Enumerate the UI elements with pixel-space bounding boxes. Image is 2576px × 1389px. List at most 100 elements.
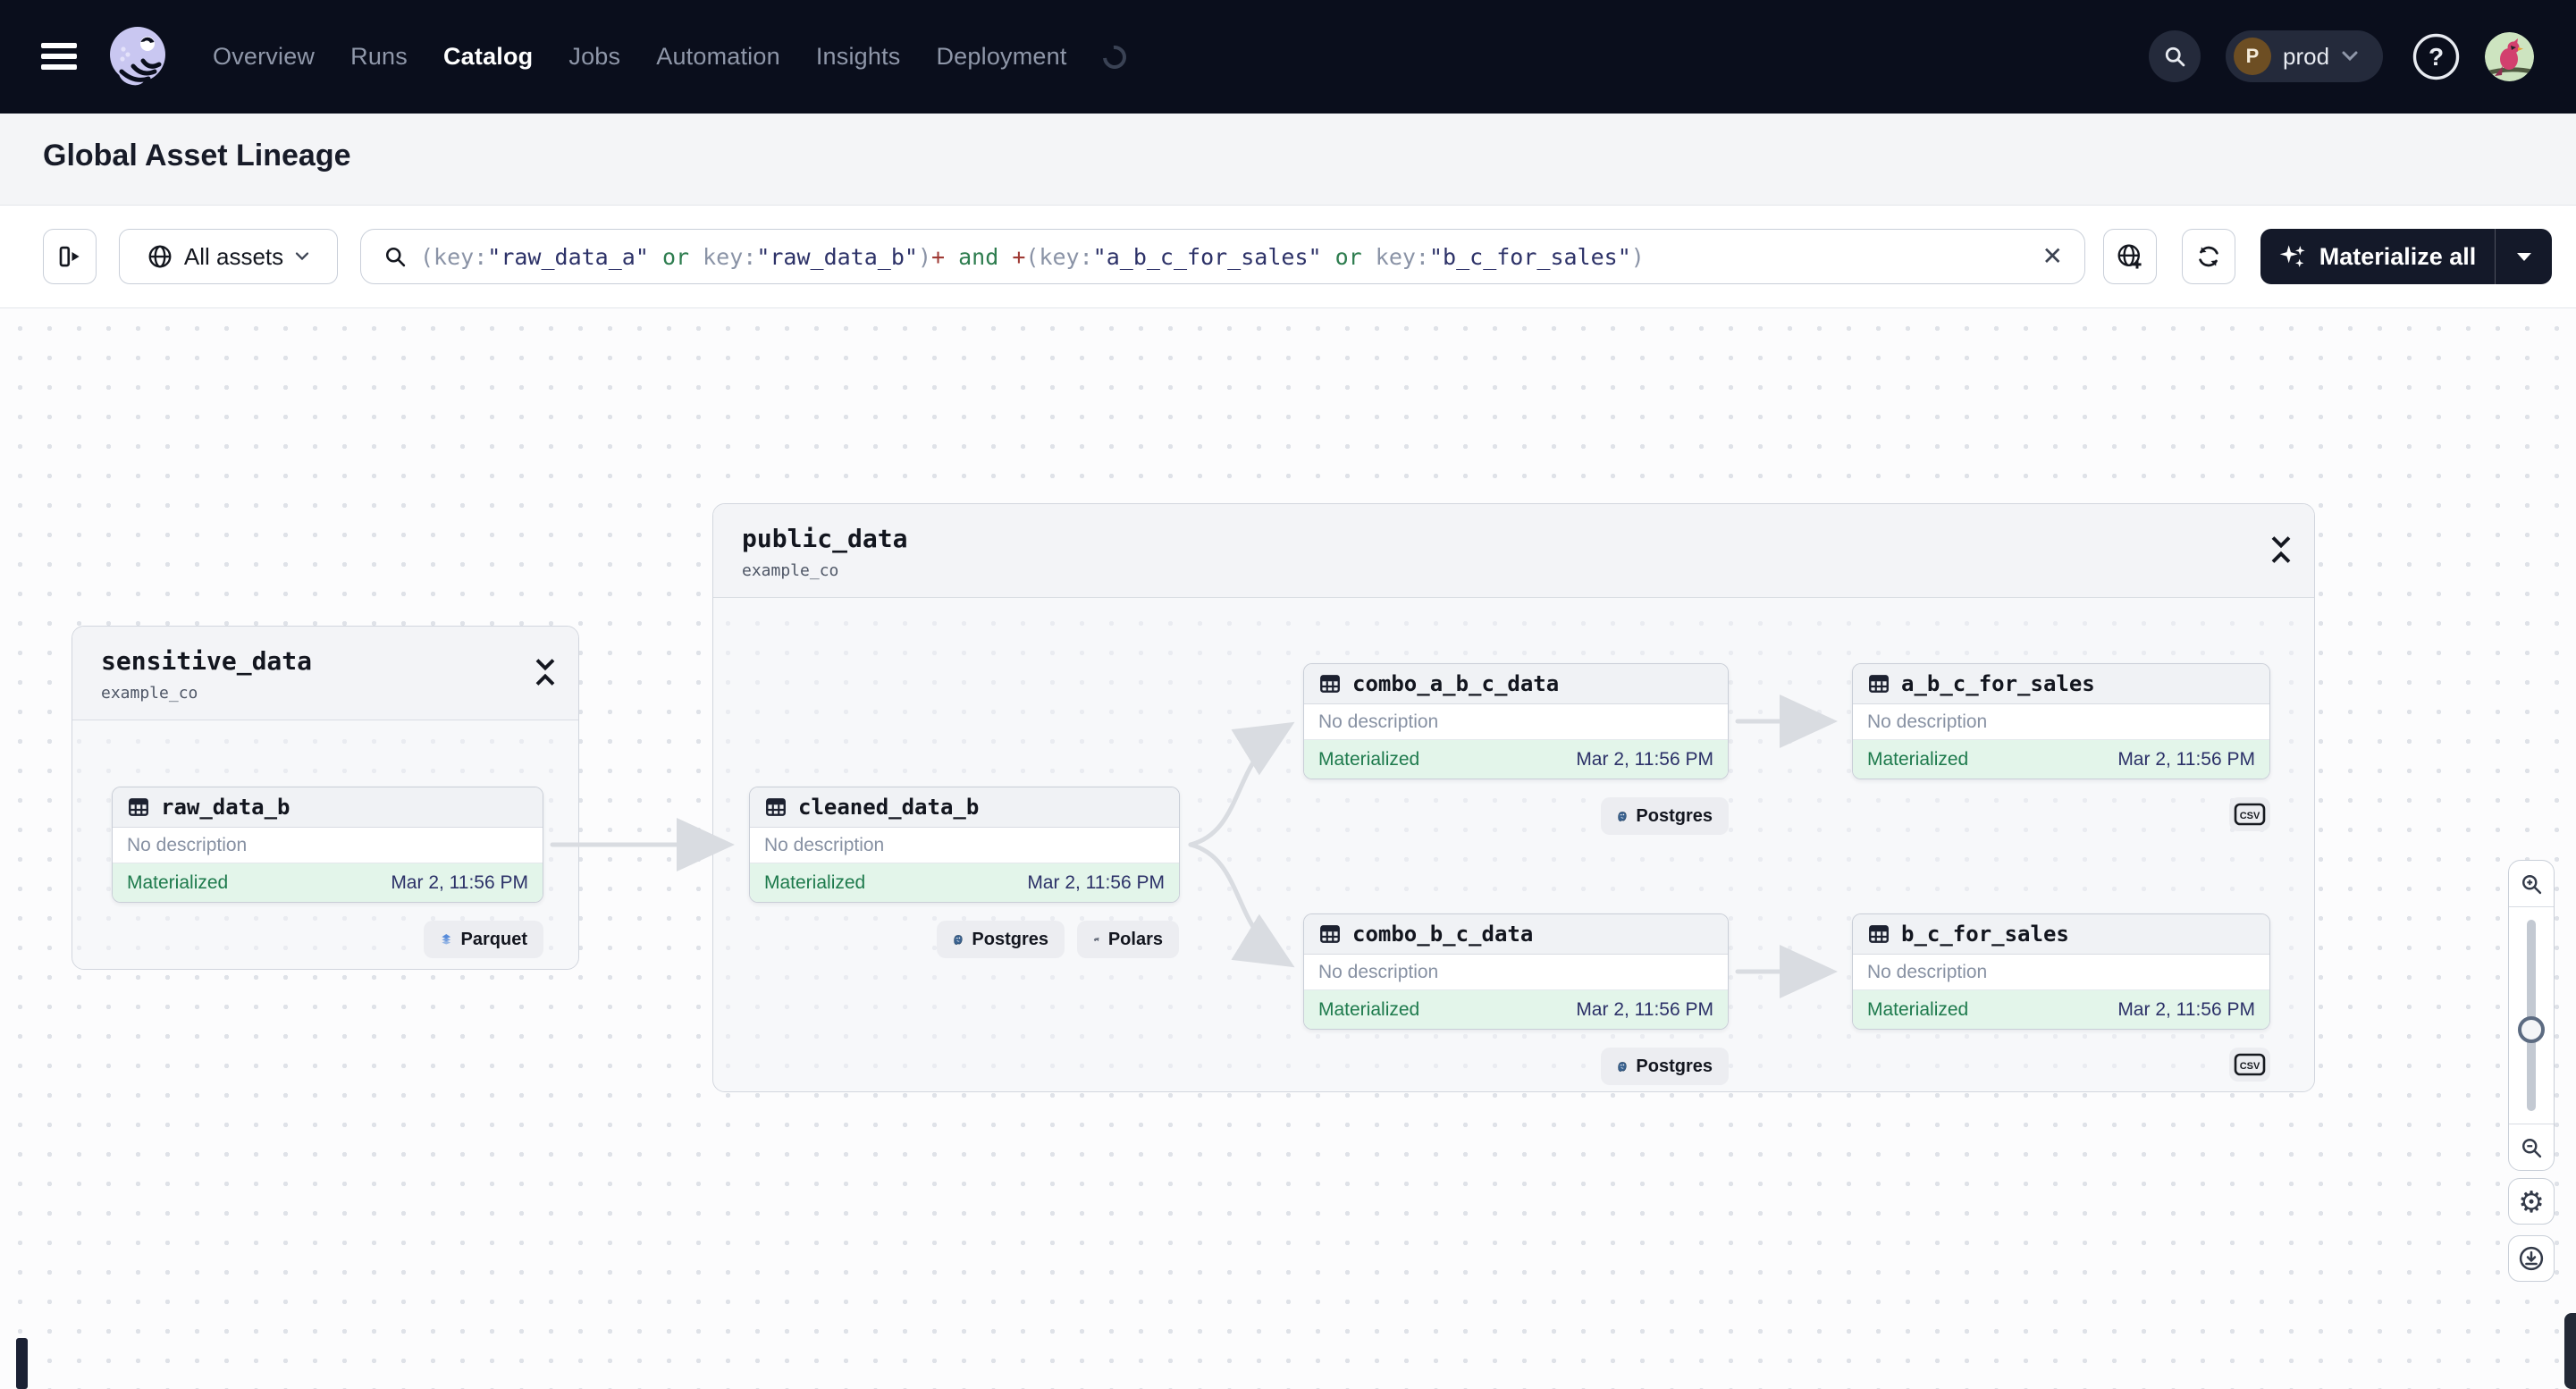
asset-node-header: combo_a_b_c_data xyxy=(1304,664,1728,704)
asset-node-b_c_for_sales[interactable]: b_c_for_sales No description Materialize… xyxy=(1852,913,2270,1030)
env-avatar: P xyxy=(2234,38,2271,75)
asset-name: b_c_for_sales xyxy=(1901,922,2069,947)
asset-node-raw_data_b[interactable]: raw_data_b No description Materialized M… xyxy=(112,787,543,903)
download-graph-button[interactable] xyxy=(2508,1235,2555,1282)
graph-settings-button[interactable]: ⚙ xyxy=(2508,1178,2555,1225)
group-title: public_data xyxy=(742,524,908,553)
asset-node-combo_a_b_c_data[interactable]: combo_a_b_c_data No description Material… xyxy=(1303,663,1729,779)
lineage-canvas[interactable]: sensitive_data example_co public_data ex… xyxy=(0,308,2576,1389)
status-badge: Materialized xyxy=(1867,998,1969,1020)
sparkles-icon xyxy=(2279,245,2305,267)
materialization-timestamp[interactable]: Mar 2, 11:56 PM xyxy=(2117,749,2255,770)
zoom-slider-track[interactable] xyxy=(2527,920,2536,1111)
user-avatar[interactable] xyxy=(2485,32,2534,81)
asset-node-header: a_b_c_for_sales xyxy=(1853,664,2269,704)
svg-text:CSV: CSV xyxy=(2240,811,2260,821)
group-subtitle: example_co xyxy=(742,561,839,580)
materialization-timestamp[interactable]: Mar 2, 11:56 PM xyxy=(2117,999,2255,1021)
group-header: public_data example_co xyxy=(713,504,2314,598)
asset-node-a_b_c_for_sales[interactable]: a_b_c_for_sales No description Materiali… xyxy=(1852,663,2270,779)
tag-parquet[interactable]: Parquet xyxy=(424,921,543,958)
tag-csv[interactable]: CSV xyxy=(2229,1048,2270,1082)
tag-postgres[interactable]: Postgres xyxy=(937,921,1065,958)
search-icon xyxy=(385,247,406,267)
asset-node-header: cleaned_data_b xyxy=(750,787,1179,828)
svg-text:?: ? xyxy=(2429,43,2444,71)
materialize-all-button[interactable]: Materialize all xyxy=(2260,229,2552,284)
chevron-down-icon xyxy=(296,252,309,261)
tag-postgres[interactable]: Postgres xyxy=(1601,797,1729,835)
zoom-in-button[interactable] xyxy=(2509,861,2554,907)
collapse-group-icon[interactable] xyxy=(2268,533,2294,567)
asset-status-row: Materialized Mar 2, 11:56 PM xyxy=(1304,990,1728,1029)
zoom-controls xyxy=(2508,860,2555,1171)
left-drawer-handle[interactable] xyxy=(16,1338,28,1389)
nav-item-deployment[interactable]: Deployment xyxy=(936,43,1066,71)
materialization-timestamp[interactable]: Mar 2, 11:56 PM xyxy=(1027,872,1165,894)
materialize-options-button[interactable] xyxy=(2495,229,2552,284)
asset-node-cleaned_data_b[interactable]: cleaned_data_b No description Materializ… xyxy=(749,787,1180,903)
primary-nav: Overview Runs Catalog Jobs Automation In… xyxy=(213,0,1131,114)
tag-label: Parquet xyxy=(460,929,527,949)
zoom-out-button[interactable] xyxy=(2509,1124,2554,1170)
parquet-icon xyxy=(442,933,451,945)
right-drawer-handle[interactable] xyxy=(2564,1313,2576,1389)
page-title: Global Asset Lineage xyxy=(43,139,351,173)
collapse-group-icon[interactable] xyxy=(532,655,559,689)
postgres-icon xyxy=(1618,1061,1627,1072)
materialization-timestamp[interactable]: Mar 2, 11:56 PM xyxy=(1576,999,1713,1021)
nav-item-automation[interactable]: Automation xyxy=(656,43,780,71)
tag-polars[interactable]: Polars xyxy=(1077,921,1179,958)
csv-icon: CSV xyxy=(2234,803,2266,826)
globe-icon xyxy=(148,245,172,268)
asset-query-text: (key:"raw_data_a" or key:"raw_data_b")+ … xyxy=(420,243,1645,270)
status-badge: Materialized xyxy=(127,871,229,893)
nav-item-overview[interactable]: Overview xyxy=(213,43,315,71)
panel-open-icon xyxy=(59,246,80,267)
add-scope-button[interactable] xyxy=(2103,229,2157,284)
page-header: Global Asset Lineage Reload definitions xyxy=(0,114,2576,299)
asset-name: cleaned_data_b xyxy=(798,795,980,820)
table-icon xyxy=(1869,675,1889,693)
group-header: sensitive_data example_co xyxy=(72,627,578,720)
open-sidebar-button[interactable] xyxy=(43,229,97,284)
help-button[interactable]: ? xyxy=(2412,32,2461,81)
postgres-icon xyxy=(954,934,963,945)
materialization-timestamp[interactable]: Mar 2, 11:56 PM xyxy=(1576,749,1713,770)
materialize-all-main[interactable]: Materialize all xyxy=(2260,229,2495,284)
asset-scope-dropdown[interactable]: All assets xyxy=(119,229,338,284)
table-icon xyxy=(1320,925,1340,943)
asset-status-row: Materialized Mar 2, 11:56 PM xyxy=(1853,990,2269,1029)
polars-icon xyxy=(1093,937,1099,941)
asset-name: a_b_c_for_sales xyxy=(1901,671,2095,696)
zoom-out-icon xyxy=(2522,1138,2542,1158)
nav-item-runs[interactable]: Runs xyxy=(350,43,408,71)
asset-node-combo_b_c_data[interactable]: combo_b_c_data No description Materializ… xyxy=(1303,913,1729,1030)
dagster-logo-icon[interactable] xyxy=(104,23,172,91)
nav-item-jobs[interactable]: Jobs xyxy=(568,43,620,71)
table-icon xyxy=(129,798,148,816)
zoom-slider[interactable] xyxy=(2509,907,2554,1124)
lineage-toolbar: All assets (key:"raw_data_a" or key:"raw… xyxy=(0,206,2576,308)
status-badge: Materialized xyxy=(1318,748,1420,770)
environment-switcher[interactable]: P prod xyxy=(2226,30,2383,82)
table-icon xyxy=(1869,925,1889,943)
nav-item-insights[interactable]: Insights xyxy=(816,43,901,71)
zoom-slider-thumb[interactable] xyxy=(2518,1016,2545,1043)
menu-icon[interactable] xyxy=(41,43,77,70)
asset-description: No description xyxy=(1853,955,2269,990)
materialization-timestamp[interactable]: Mar 2, 11:56 PM xyxy=(391,872,528,894)
postgres-icon xyxy=(1618,811,1627,821)
caret-down-icon xyxy=(2516,252,2531,261)
clear-query-button[interactable]: ✕ xyxy=(2042,244,2063,269)
asset-query-input[interactable]: (key:"raw_data_a" or key:"raw_data_b")+ … xyxy=(360,229,2085,284)
tag-csv[interactable]: CSV xyxy=(2229,797,2270,831)
tag-label: Postgres xyxy=(1636,805,1713,826)
globe-plus-icon xyxy=(2117,244,2142,269)
materialize-all-label: Materialize all xyxy=(2319,242,2477,270)
nav-item-catalog[interactable]: Catalog xyxy=(443,43,533,71)
refresh-button[interactable] xyxy=(2182,229,2235,284)
tag-postgres[interactable]: Postgres xyxy=(1601,1048,1729,1085)
csv-icon: CSV xyxy=(2234,1053,2266,1076)
global-search-button[interactable] xyxy=(2149,30,2201,82)
